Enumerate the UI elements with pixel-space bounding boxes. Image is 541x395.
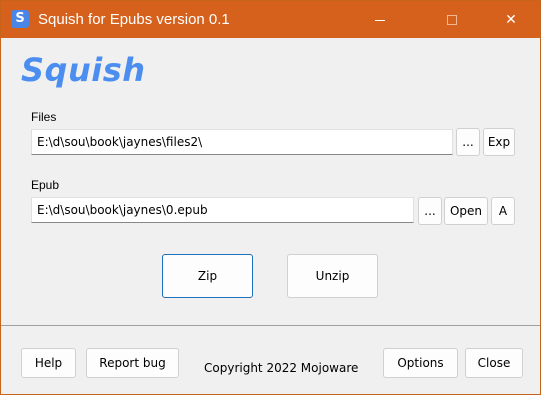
files-browse-button[interactable]: ... bbox=[456, 128, 480, 156]
close-window-button[interactable]: ✕ bbox=[488, 1, 534, 38]
maximize-button bbox=[429, 1, 475, 38]
window-title: Squish for Epubs version 0.1 bbox=[38, 11, 230, 28]
zip-button[interactable]: Zip bbox=[162, 254, 253, 298]
unzip-button[interactable]: Unzip bbox=[287, 254, 378, 298]
epub-a-button[interactable]: A bbox=[491, 197, 515, 225]
epub-label: Epub bbox=[31, 178, 60, 192]
files-path-input[interactable] bbox=[31, 129, 453, 155]
minimize-button[interactable] bbox=[357, 1, 403, 38]
main-window: S Squish for Epubs version 0.1 ✕ Squish … bbox=[0, 0, 541, 395]
minimize-icon bbox=[375, 19, 385, 21]
files-label: Files bbox=[31, 110, 57, 124]
epub-open-button[interactable]: Open bbox=[444, 197, 488, 225]
title-bar[interactable]: S Squish for Epubs version 0.1 ✕ bbox=[1, 1, 540, 38]
options-button[interactable]: Options bbox=[383, 348, 458, 378]
epub-path-input[interactable] bbox=[31, 197, 414, 223]
maximize-icon bbox=[447, 15, 457, 26]
app-logo: Squish bbox=[21, 51, 146, 89]
files-explore-button[interactable]: Exp bbox=[483, 128, 515, 156]
close-button[interactable]: Close bbox=[465, 348, 523, 378]
close-icon: ✕ bbox=[505, 11, 517, 27]
epub-browse-button[interactable]: ... bbox=[418, 197, 442, 225]
footer-separator bbox=[1, 325, 540, 326]
app-icon: S bbox=[11, 10, 29, 28]
window-content: Squish Files ... Exp Epub ... Open A Zip… bbox=[1, 38, 540, 394]
help-button[interactable]: Help bbox=[21, 348, 76, 378]
copyright-text: Copyright 2022 Mojoware bbox=[204, 361, 359, 375]
report-bug-button[interactable]: Report bug bbox=[86, 348, 179, 378]
